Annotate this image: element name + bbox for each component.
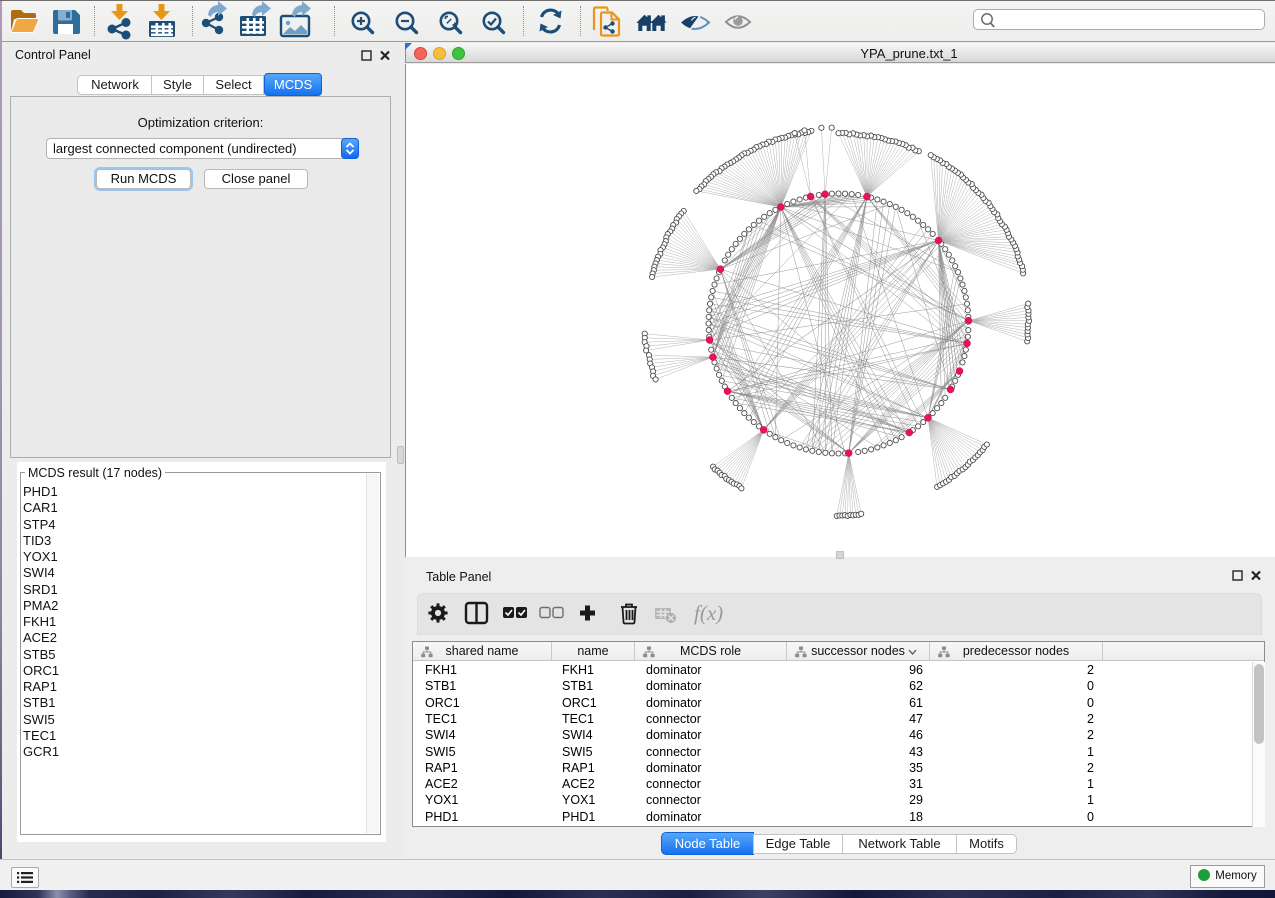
- svg-text:f(x): f(x): [694, 601, 723, 625]
